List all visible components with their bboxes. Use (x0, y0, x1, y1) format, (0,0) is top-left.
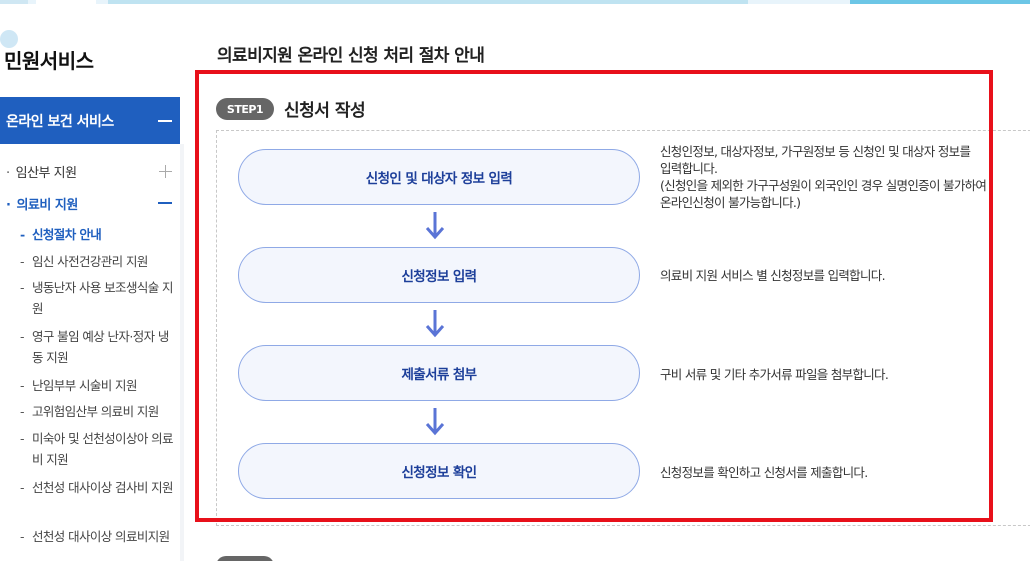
sidebar-item-label: 임산부 지원 (6, 162, 77, 181)
sidebar-subitem[interactable]: 고위험임산부 의료비 지원 (20, 401, 175, 422)
step-title: 신청서 작성 (284, 101, 366, 121)
arrow-down-icon (425, 408, 445, 436)
desc-line: 의료비 지원 서비스 별 신청정보를 입력합니다. (660, 268, 886, 283)
page-title: 의료비지원 온라인 신청 처리 절차 안내 (217, 46, 485, 66)
sidebar-title: 민원서비스 (4, 49, 94, 73)
step-description: 신청정보를 확인하고 신청서를 제출합니다. (660, 464, 868, 481)
plus-icon (159, 164, 172, 178)
desc-line: 온라인신청이 불가능합니다.) (660, 195, 801, 210)
sidebar-subitem[interactable]: 선천성 대사이상 의료비지원 (20, 526, 175, 547)
minus-icon (158, 202, 172, 204)
step-document-attach[interactable]: 제출서류 첨부 (238, 345, 640, 401)
step-application-confirm[interactable]: 신청정보 확인 (238, 443, 640, 499)
desc-line: 신청인정보, 대상자정보, 가구원정보 등 신청인 및 대상자 정보를 (660, 144, 971, 159)
sidebar-item-label: 의료비 지원 (6, 194, 78, 213)
desc-line: 구비 서류 및 기타 추가서류 파일을 첨부합니다. (660, 367, 889, 382)
arrow-down-icon (425, 310, 445, 338)
sidebar-subitem[interactable]: 임신 사전건강관리 지원 (20, 251, 175, 272)
sidebar: 민원서비스 온라인 보건 서비스 임산부 지원 의료비 지원 신청절차 안내 임… (0, 0, 180, 561)
minus-icon (158, 119, 172, 122)
step-badge: STEP1 (216, 98, 274, 120)
sidebar-subitem[interactable]: 냉동난자 사용 보조생식술 지원 (20, 277, 175, 319)
next-step-badge (216, 556, 274, 561)
sidebar-subitem[interactable]: 선천성 대사이상 검사비 지원 (20, 477, 175, 498)
step-description: 신청인정보, 대상자정보, 가구원정보 등 신청인 및 대상자 정보를 입력합니… (660, 143, 987, 211)
sidebar-divider (180, 144, 184, 561)
sidebar-subitem[interactable]: 난임부부 시술비 지원 (20, 375, 175, 396)
desc-line: (신청인을 제외한 가구구성원이 외국인인 경우 실명인증이 불가하여 (660, 178, 987, 193)
sidebar-subitem-application-guide[interactable]: 신청절차 안내 (20, 224, 175, 245)
section-header-label: 온라인 보건 서비스 (6, 113, 114, 130)
sidebar-subitem[interactable]: 영구 불임 예상 난자·정자 냉동 지원 (20, 326, 175, 368)
desc-line: 입력합니다. (660, 161, 718, 176)
step-applicant-info-input[interactable]: 신청인 및 대상자 정보 입력 (238, 149, 640, 205)
step-description: 구비 서류 및 기타 추가서류 파일을 첨부합니다. (660, 366, 889, 383)
sidebar-subitem[interactable]: 미숙아 및 선천성이상아 의료비 지원 (20, 428, 175, 470)
sidebar-item-pregnancy-support[interactable]: 임산부 지원 (0, 160, 180, 182)
arrow-down-icon (425, 212, 445, 240)
desc-line: 신청정보를 확인하고 신청서를 제출합니다. (660, 465, 868, 480)
step-application-info-input[interactable]: 신청정보 입력 (238, 247, 640, 303)
sidebar-item-medical-support[interactable]: 의료비 지원 (0, 192, 180, 214)
step-description: 의료비 지원 서비스 별 신청정보를 입력합니다. (660, 267, 886, 284)
section-header-online-health-service[interactable]: 온라인 보건 서비스 (0, 97, 180, 144)
